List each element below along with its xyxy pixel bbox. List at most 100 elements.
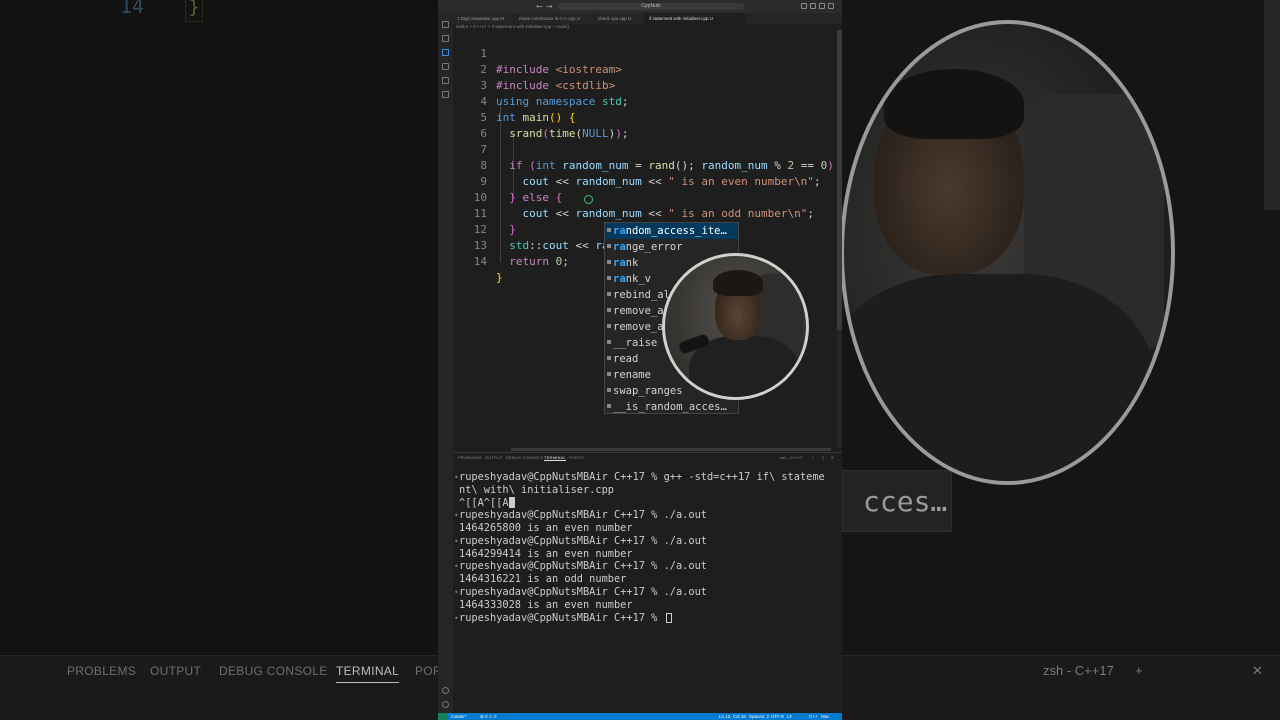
tab-debug-console[interactable]: DEBUG CONSOLE	[506, 455, 544, 460]
code-line: 6	[480, 127, 487, 140]
symbol-icon	[607, 372, 611, 376]
search-icon[interactable]	[442, 35, 449, 42]
explorer-icon[interactable]	[442, 21, 449, 28]
account-icon[interactable]	[442, 687, 449, 694]
close-panel-icon[interactable]: ✕	[831, 455, 834, 460]
terminal-line: • rupeshyadav@CppNutsMBAir C++17 % ./a.ou…	[454, 535, 707, 547]
cursor-position[interactable]: Ln 12, Col 18	[719, 713, 746, 720]
background-webcam-blur	[840, 20, 1175, 485]
terminal-line: • rupeshyadav@CppNutsMBAir C++17 % ./a.ou…	[454, 560, 707, 572]
suggestion-item[interactable]: __is_random_acces…	[605, 399, 738, 415]
customize-layout-icon[interactable]	[828, 3, 834, 9]
code-line: 10 cout << random_num << " is an odd num…	[473, 191, 814, 220]
source-control-icon[interactable]	[442, 49, 449, 56]
tab-digit-separator[interactable]: 1 Digit Separator.cpp M	[453, 13, 515, 24]
terminal-prompt: • rupeshyadav@CppNutsMBAir C++17 %	[454, 612, 672, 625]
symbol-icon	[607, 340, 611, 344]
terminal-line: nt\ with\ initialiser.cpp	[459, 484, 614, 496]
ghost-close-icon: ✕	[1252, 663, 1263, 678]
new-terminal-icon[interactable]: +	[812, 455, 814, 460]
tab-problems[interactable]: PROBLEMS	[458, 455, 482, 460]
command-center-search[interactable]: CppNuts	[558, 3, 744, 10]
terminal-line: 1464316221 is an odd number	[459, 573, 627, 585]
status-bar: master* ⊗ 0 ⚠ 0 Ln 12, Col 18 Spaces: 2 …	[438, 713, 842, 720]
terminal-line: • rupeshyadav@CppNutsMBAir C++17 % ./a.ou…	[454, 509, 707, 521]
tab-check-cpu[interactable]: check cpu.cpp U	[594, 13, 645, 24]
ghost-tab-output: OUTPUT	[150, 664, 202, 678]
toggle-panel-icon[interactable]	[810, 3, 816, 9]
symbol-icon	[607, 292, 611, 296]
suggestion-item[interactable]: random_access_ite…	[605, 223, 738, 239]
problems-count[interactable]: ⊗ 0 ⚠ 0	[480, 713, 497, 720]
pointer-cursor-indicator	[584, 195, 593, 204]
background-left: 14 }	[0, 0, 438, 720]
editor-scrollbar[interactable]	[837, 30, 842, 448]
terminal-line: • rupeshyadav@CppNutsMBAir C++17 % ./a.ou…	[454, 586, 707, 598]
panel-tabs: PROBLEMS OUTPUT DEBUG CONSOLE TERMINAL P…	[453, 453, 842, 463]
tab-ports[interactable]: PORTS	[569, 455, 584, 460]
code-line: 5 srand(time(NULL));	[480, 111, 629, 140]
settings-gear-icon[interactable]	[442, 701, 449, 708]
remote-explorer-icon[interactable]	[442, 91, 449, 98]
tab-if-statement-initialiser[interactable]: if statement with initialiser.cpp U	[645, 13, 745, 24]
terminal-cursor	[665, 613, 672, 623]
back-arrow-icon[interactable]: ←	[536, 2, 543, 11]
terminal-line: 1464333028 is an even number	[459, 599, 633, 611]
webcam-overlay	[662, 253, 809, 400]
code-line: 2 #include <cstdlib>	[480, 63, 616, 92]
editor-horizontal-scrollbar[interactable]	[511, 448, 831, 451]
ghost-line-number: 14	[120, 0, 145, 18]
symbol-icon	[607, 276, 611, 280]
ghost-plus-icon: +	[1135, 663, 1143, 678]
indentation[interactable]: Spaces: 2	[749, 713, 769, 720]
tab-terminal[interactable]: TERMINAL	[544, 455, 566, 461]
titlebar: ← → CppNuts	[438, 0, 842, 13]
code-line: 3 using namespace std;	[480, 79, 629, 108]
ghost-tab-terminal: TERMINAL	[336, 664, 400, 683]
suggestion-item[interactable]: range_error	[605, 239, 738, 255]
ghost-scrollbar	[1264, 0, 1280, 210]
terminal-selection	[508, 497, 515, 508]
tab-move-constructor[interactable]: move constructor in c++.cpp U	[515, 13, 594, 24]
code-line: 11 }	[473, 207, 516, 236]
symbol-icon	[607, 388, 611, 392]
git-branch[interactable]: master*	[451, 713, 467, 720]
encoding[interactable]: UTF-8	[771, 713, 784, 720]
symbol-icon	[607, 244, 611, 248]
code-line: 9 } else {	[480, 175, 563, 204]
activity-bar	[438, 13, 453, 713]
toggle-secondary-sidebar-icon[interactable]	[819, 3, 825, 9]
symbol-icon	[607, 404, 611, 408]
forward-arrow-icon[interactable]: →	[546, 2, 553, 11]
breadcrumb[interactable]: initbot > C++17 > if statement with init…	[456, 24, 569, 29]
toggle-sidebar-icon[interactable]	[801, 3, 807, 9]
platform[interactable]: Mac	[821, 713, 830, 720]
code-line: 4 int main() {	[480, 95, 576, 124]
code-line: 1 #include <iostream>	[480, 47, 622, 76]
code-line: 12 std::cout << ra	[473, 223, 609, 252]
ghost-tab-problems: PROBLEMS	[67, 664, 137, 678]
shell-selector[interactable]: zsh - C++17	[780, 455, 802, 460]
symbol-icon	[607, 356, 611, 360]
language-mode[interactable]: C++	[809, 713, 818, 720]
symbol-icon	[607, 228, 611, 232]
screen: 14 } cces… PROBLEMS OUTPUT DEBUG CONSOLE…	[0, 0, 1280, 720]
split-terminal-icon[interactable]: ▯	[822, 455, 824, 460]
editor-tabs: 1 Digit Separator.cpp M move constructor…	[453, 13, 842, 24]
end-of-line[interactable]: LF	[787, 713, 792, 720]
code-line: 8 cout << random_num << " is an even num…	[480, 159, 821, 188]
symbol-icon	[607, 308, 611, 312]
extensions-icon[interactable]	[442, 77, 449, 84]
tab-output[interactable]: OUTPUT	[485, 455, 503, 460]
ghost-brace: }	[185, 0, 203, 22]
code-line: 7 if (int random_num = rand(); random_nu…	[480, 143, 842, 172]
symbol-icon	[607, 324, 611, 328]
symbol-icon	[607, 260, 611, 264]
remote-indicator-icon[interactable]	[438, 713, 448, 720]
terminal-line: 1464265800 is an even number	[459, 522, 633, 534]
ghost-tab-debug-console: DEBUG CONSOLE	[219, 664, 328, 678]
bottom-panel: PROBLEMS OUTPUT DEBUG CONSOLE TERMINAL P…	[453, 452, 842, 712]
terminal-line: • rupeshyadav@CppNutsMBAir C++17 % g++ -s…	[454, 471, 825, 483]
ghost-shell-label: zsh - C++17	[1043, 663, 1114, 678]
run-debug-icon[interactable]	[442, 63, 449, 70]
